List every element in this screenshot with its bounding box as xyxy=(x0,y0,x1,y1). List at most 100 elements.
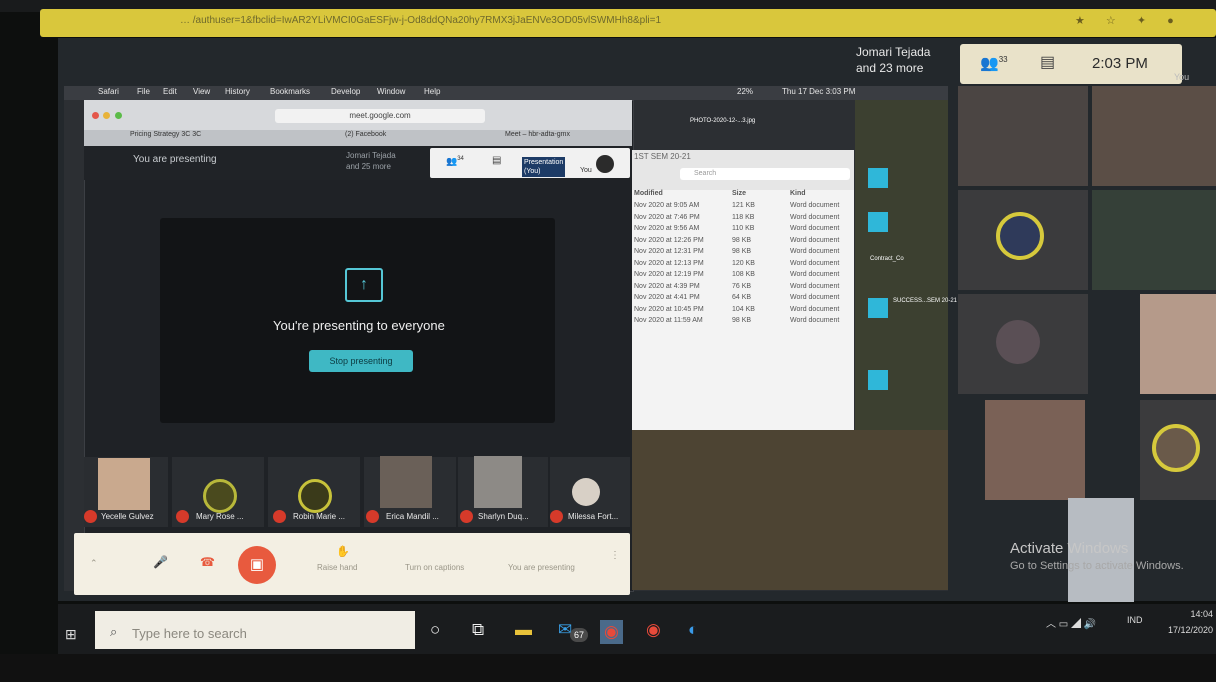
raise-hand-button[interactable]: Raise hand xyxy=(317,563,357,572)
taskbar-clock[interactable]: 14:04 17/12/2020 xyxy=(1168,606,1213,638)
finder-cell-modified[interactable]: Nov 2020 at 11:59 AM xyxy=(634,317,703,324)
raise-hand-icon[interactable]: ✋ xyxy=(336,545,350,558)
finder-cell-size[interactable]: 121 KB xyxy=(732,202,755,209)
finder-cell-kind[interactable]: Word document xyxy=(790,260,839,267)
presentation-sub: (You) xyxy=(524,168,541,175)
finder-cell-kind[interactable]: Word document xyxy=(790,306,839,313)
finder-cell-size[interactable]: 98 KB xyxy=(732,248,751,255)
stop-presenting-button[interactable]: Stop presenting xyxy=(309,350,413,372)
menu-window[interactable]: Window xyxy=(377,87,405,96)
chrome-profile-icon[interactable]: ◉ xyxy=(646,620,661,640)
chrome-icon[interactable]: ◉ xyxy=(600,620,623,644)
finder-cell-size[interactable]: 110 KB xyxy=(732,225,754,232)
finder-cell-modified[interactable]: Nov 2020 at 12:26 PM xyxy=(634,237,704,244)
folder-icon[interactable] xyxy=(868,298,888,318)
finder-column-size[interactable]: Size xyxy=(732,190,746,197)
menu-edit[interactable]: Edit xyxy=(163,87,177,96)
menu-help[interactable]: Help xyxy=(424,87,440,96)
desktop-file[interactable]: PHOTO-2020-12-...3.jpg xyxy=(690,118,755,124)
participant-video[interactable] xyxy=(985,400,1085,500)
menu-bookmarks[interactable]: Bookmarks xyxy=(270,87,310,96)
finder-cell-kind[interactable]: Word document xyxy=(790,225,839,232)
finder-cell-size[interactable]: 108 KB xyxy=(732,271,755,278)
activate-windows-title: Activate Windows xyxy=(1010,540,1129,557)
taskbar-time: 14:04 xyxy=(1190,609,1214,619)
finder-cell-modified[interactable]: Nov 2020 at 7:46 PM xyxy=(634,214,700,221)
finder-cell-size[interactable]: 64 KB xyxy=(732,294,751,301)
finder-cell-size[interactable]: 118 KB xyxy=(732,214,754,221)
hang-up-icon[interactable]: ☎ xyxy=(200,555,215,569)
tab-meet[interactable]: Meet – hbr-adta-gmx xyxy=(505,131,570,138)
finder-cell-kind[interactable]: Word document xyxy=(790,202,839,209)
inner-chat-icon[interactable]: ▤ xyxy=(492,155,501,166)
finder-cell-kind[interactable]: Word document xyxy=(790,317,839,324)
tab-facebook[interactable]: (2) Facebook xyxy=(345,131,386,138)
participant-video[interactable] xyxy=(1092,86,1216,186)
folder-icon[interactable] xyxy=(868,212,888,232)
desktop-file[interactable]: Contract_Co xyxy=(870,256,904,262)
folder-icon[interactable] xyxy=(868,370,888,390)
finder-cell-modified[interactable]: Nov 2020 at 12:31 PM xyxy=(634,248,704,255)
finder-cell-modified[interactable]: Nov 2020 at 12:13 PM xyxy=(634,260,704,267)
menu-safari[interactable]: Safari xyxy=(98,87,119,96)
inner-people-button[interactable]: 👥34 xyxy=(446,156,464,167)
finder-cell-kind[interactable]: Word document xyxy=(790,294,839,301)
finder-cell-modified[interactable]: Nov 2020 at 12:19 PM xyxy=(634,271,704,278)
finder-cell-size[interactable]: 104 KB xyxy=(732,306,755,313)
more-options-icon[interactable]: ⋮ xyxy=(610,550,620,561)
windows-start-icon[interactable]: ⊞ xyxy=(65,626,77,643)
finder-cell-modified[interactable]: Nov 2020 at 9:56 AM xyxy=(634,225,699,232)
task-view-icon[interactable]: ⧉ xyxy=(472,620,484,640)
edge-icon[interactable]: ◐ xyxy=(688,620,698,640)
camera-off-button[interactable]: ▣ xyxy=(238,546,276,584)
finder-cell-kind[interactable]: Word document xyxy=(790,237,839,244)
cortana-icon[interactable]: ○ xyxy=(430,620,440,640)
tab-pricing[interactable]: Pricing Strategy 3C 3C xyxy=(130,131,201,138)
finder-cell-size[interactable]: 120 KB xyxy=(732,260,755,267)
monitor-bezel xyxy=(0,654,1216,682)
taskbar-search-placeholder[interactable]: Type here to search xyxy=(132,626,247,641)
microphone-icon[interactable]: 🎤 xyxy=(153,555,168,569)
file-explorer-icon[interactable]: ▬ xyxy=(515,620,532,640)
finder-cell-size[interactable]: 98 KB xyxy=(732,317,751,324)
window-traffic-lights[interactable] xyxy=(92,106,122,124)
chat-button[interactable]: ▤ xyxy=(1040,52,1055,72)
finder-search-field[interactable]: Search xyxy=(680,168,850,180)
menu-history[interactable]: History xyxy=(225,87,250,96)
you-are-presenting-button[interactable]: You are presenting xyxy=(508,563,575,572)
menu-file[interactable]: File xyxy=(137,87,150,96)
menu-view[interactable]: View xyxy=(193,87,210,96)
finder-cell-size[interactable]: 76 KB xyxy=(732,283,751,290)
finder-cell-kind[interactable]: Word document xyxy=(790,283,839,290)
finder-cell-size[interactable]: 98 KB xyxy=(732,237,751,244)
participant-video[interactable] xyxy=(1092,190,1216,290)
participant-video[interactable] xyxy=(1140,294,1216,394)
url-text[interactable]: … /authuser=1&fbclid=IwAR2YLiVMCI0GaESFj… xyxy=(180,15,661,26)
finder-column-modified[interactable]: Modified xyxy=(634,190,663,197)
finder-cell-kind[interactable]: Word document xyxy=(790,248,839,255)
finder-cell-modified[interactable]: Nov 2020 at 4:39 PM xyxy=(634,283,700,290)
system-tray-icons[interactable]: ︿ ▭ ◢ 🔊 xyxy=(1046,615,1096,630)
folder-icon[interactable] xyxy=(868,168,888,188)
participant-video[interactable] xyxy=(958,86,1088,186)
browser-extension-icons[interactable]: ★ ☆ ✦ ● xyxy=(1075,14,1183,27)
self-label: You xyxy=(1174,72,1190,82)
finder-cell-modified[interactable]: Nov 2020 at 10:45 PM xyxy=(634,306,704,313)
presentation-tile[interactable]: Presentation (You) xyxy=(522,157,566,177)
finder-cell-modified[interactable]: Nov 2020 at 4:41 PM xyxy=(634,294,700,301)
safari-address-field[interactable]: meet.google.com xyxy=(275,109,485,123)
desktop-file[interactable]: SUCCESS...SEM 20-21 xyxy=(893,298,957,304)
language-indicator[interactable]: IND xyxy=(1127,615,1143,625)
meeting-details-chevron-icon[interactable]: ⌃ xyxy=(90,558,98,569)
finder-cell-modified[interactable]: Nov 2020 at 9:05 AM xyxy=(634,202,699,209)
menu-develop[interactable]: Develop xyxy=(331,87,360,96)
presenting-title: You're presenting to everyone xyxy=(273,318,445,333)
people-button[interactable]: 👥33 xyxy=(980,54,1008,72)
finder-cell-kind[interactable]: Word document xyxy=(790,214,839,221)
captions-button[interactable]: Turn on captions xyxy=(405,563,464,572)
finder-cell-kind[interactable]: Word document xyxy=(790,271,839,278)
presenter-more: and 23 more xyxy=(856,61,924,75)
mac-clock[interactable]: Thu 17 Dec 3:03 PM xyxy=(782,87,855,96)
finder-column-kind[interactable]: Kind xyxy=(790,190,806,197)
battery-label[interactable]: 22% xyxy=(737,87,753,96)
